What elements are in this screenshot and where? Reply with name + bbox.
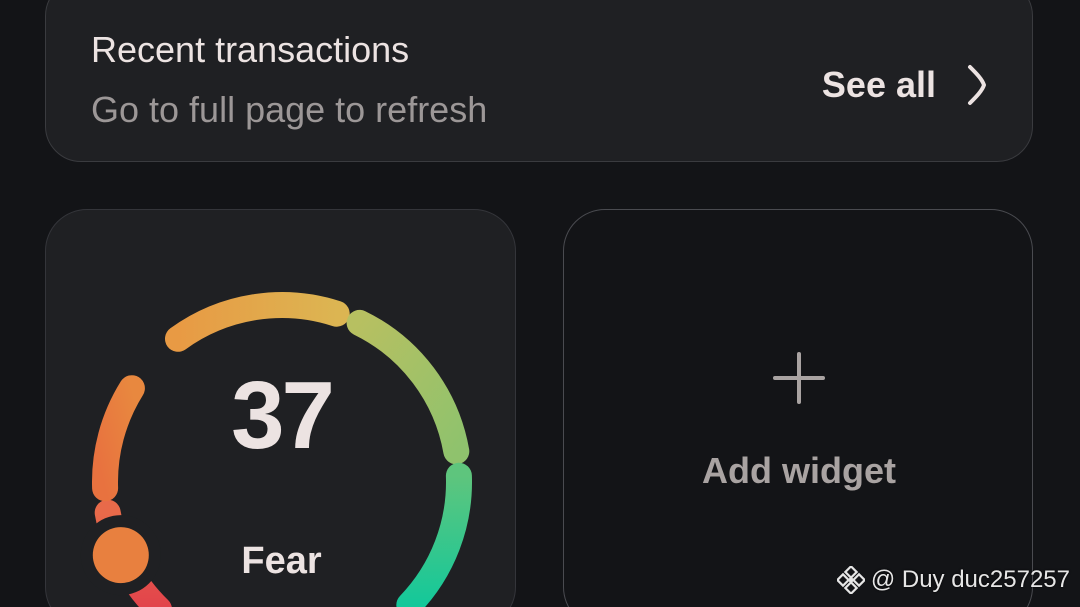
chevron-right-icon xyxy=(968,65,986,105)
fear-greed-label: Fear xyxy=(241,540,322,582)
binance-logo-icon xyxy=(836,566,865,594)
add-widget-label: Add widget xyxy=(702,450,896,491)
watermark-text: @ Duy duc257257 xyxy=(870,566,1070,593)
watermark: @ Duy duc257257 xyxy=(836,566,1070,594)
plus-icon xyxy=(773,352,825,404)
recent-transactions-card[interactable]: Recent transactions Go to full page to r… xyxy=(45,0,1033,162)
fear-greed-gauge-card[interactable]: 37 Fear xyxy=(45,209,516,607)
see-all-button[interactable]: See all xyxy=(822,57,990,113)
fear-greed-value: 37 xyxy=(231,362,335,469)
add-widget-button[interactable]: Add widget xyxy=(563,209,1033,607)
recent-transactions-subtitle: Go to full page to refresh xyxy=(91,89,488,130)
recent-transactions-title: Recent transactions xyxy=(91,29,410,70)
gauge-segment-yellow xyxy=(165,292,350,352)
see-all-label: See all xyxy=(821,64,936,105)
screen: Recent transactions Go to full page to r… xyxy=(0,0,1080,607)
